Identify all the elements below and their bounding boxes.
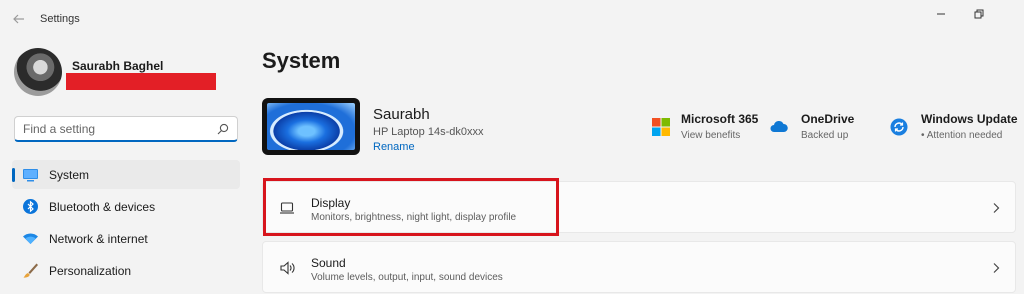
wifi-icon <box>23 233 38 244</box>
redacted-email <box>66 73 216 90</box>
service-subtitle: View benefits <box>681 130 741 141</box>
service-title: Microsoft 365 <box>681 112 759 126</box>
active-indicator <box>12 168 15 182</box>
sidebar-item-bluetooth[interactable]: Bluetooth & devices <box>12 192 240 221</box>
speaker-icon <box>280 261 295 275</box>
microsoft-logo-icon <box>652 118 670 136</box>
sidebar-item-label: Personalization <box>49 264 132 278</box>
back-button[interactable] <box>8 8 30 30</box>
service-title: OneDrive <box>801 112 855 126</box>
chevron-right-icon <box>993 263 1000 273</box>
row-title: Sound <box>311 256 346 270</box>
chevron-right-icon <box>993 203 1000 213</box>
rename-link[interactable]: Rename <box>373 141 415 153</box>
user-name: Saurabh Baghel <box>72 59 164 73</box>
brush-icon <box>23 263 38 278</box>
sidebar-item-label: Bluetooth & devices <box>49 200 156 214</box>
row-title: Display <box>311 196 351 210</box>
sidebar-item-label: Network & internet <box>49 232 148 246</box>
search-icon[interactable] <box>217 123 229 135</box>
device-thumbnail <box>262 98 360 155</box>
sidebar-item-system[interactable]: System <box>12 160 240 189</box>
restore-button[interactable] <box>964 4 994 24</box>
service-subtitle: Backed up <box>801 130 849 141</box>
back-arrow-icon <box>13 14 24 24</box>
row-subtitle: Monitors, brightness, night light, displ… <box>311 212 517 223</box>
bluetooth-icon <box>23 199 38 214</box>
minimize-button[interactable] <box>926 4 956 24</box>
page-title: System <box>262 48 341 73</box>
sidebar-item-network[interactable]: Network & internet <box>12 224 240 253</box>
row-subtitle: Volume levels, output, input, sound devi… <box>311 272 503 283</box>
avatar[interactable] <box>14 48 62 96</box>
wallpaper-image <box>267 103 355 150</box>
cloud-icon <box>770 120 788 132</box>
sidebar-item-label: System <box>49 168 90 182</box>
device-name: Saurabh <box>373 106 430 123</box>
app-title: Settings <box>40 13 80 25</box>
monitor-icon <box>23 169 38 182</box>
service-title: Windows Update <box>921 112 1018 126</box>
update-icon <box>890 118 908 136</box>
settings-row-display[interactable]: Display Monitors, brightness, night ligh… <box>262 181 1016 233</box>
search-box[interactable] <box>14 116 238 142</box>
service-subtitle: • Attention needed <box>921 130 1003 141</box>
restore-icon <box>974 9 984 19</box>
device-model: HP Laptop 14s-dk0xxx <box>373 126 484 138</box>
settings-row-sound[interactable]: Sound Volume levels, output, input, soun… <box>262 241 1016 293</box>
sidebar-item-personalization[interactable]: Personalization <box>12 256 240 285</box>
laptop-icon <box>280 202 294 214</box>
minimize-icon <box>937 13 945 15</box>
search-input[interactable] <box>15 120 215 137</box>
